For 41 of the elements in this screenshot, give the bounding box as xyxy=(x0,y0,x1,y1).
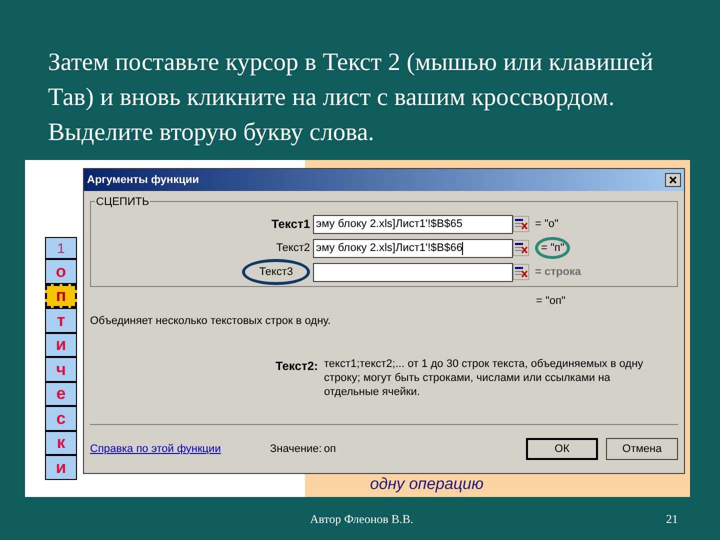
collapse-dialog-icon[interactable] xyxy=(513,240,529,256)
slide-title: Затем поставьте курсор в Текст 2 (мышью или клавишей Тав) и вновь кликните на лист с вашим кроссвордом. Выделите вторую букву слова. xyxy=(48,48,654,148)
page-number: 21 xyxy=(666,510,678,528)
crossword-cell[interactable]: п xyxy=(45,284,77,308)
argument-field[interactable]: эму блоку 2.xls]Лист1'!$B$66 xyxy=(313,238,513,258)
argument-value: эму блоку 2.xls]Лист1'!$B$65 xyxy=(316,216,462,232)
caption-text: одну операцию xyxy=(370,475,484,495)
crossword-cell[interactable]: с xyxy=(45,406,77,430)
argument-field[interactable]: эму блоку 2.xls]Лист1'!$B$65 xyxy=(313,214,513,234)
argument-result: = строка xyxy=(535,264,582,280)
column-header: 1 xyxy=(45,237,77,259)
argument-field[interactable] xyxy=(313,262,513,282)
close-button[interactable] xyxy=(665,173,681,187)
argument-result: = "п" xyxy=(535,236,570,260)
dialog-title: Аргументы функции xyxy=(87,172,199,188)
crossword-cell[interactable]: т xyxy=(45,308,77,332)
crossword-cell[interactable]: е xyxy=(45,382,77,406)
collapse-dialog-icon[interactable] xyxy=(513,264,529,280)
function-name: СЦЕПИТЬ xyxy=(95,194,150,210)
argument-label: Текст1 xyxy=(272,216,310,233)
close-icon xyxy=(669,176,677,184)
crossword-cell[interactable]: и xyxy=(45,332,77,357)
crossword-cell[interactable]: и xyxy=(45,455,77,480)
argument-label: Текст3 xyxy=(242,258,310,286)
collapse-dialog-icon[interactable] xyxy=(513,216,529,232)
crossword-cell[interactable]: к xyxy=(45,430,77,455)
crossword-cell[interactable]: ч xyxy=(45,357,77,382)
argument-result: = "о" xyxy=(535,216,558,232)
dialog-button[interactable]: Отмена xyxy=(606,438,678,460)
argument-label: Текст2 xyxy=(276,240,310,256)
help-text: текст1;текст2;... от 1 до 30 строк текста, объединяемых в одну строку; могут быть строками, числами или ссылками на отдельные ячейки. xyxy=(324,357,644,399)
dialog-button[interactable]: ОК xyxy=(526,438,598,460)
help-link[interactable]: Справка по этой функции xyxy=(90,440,270,458)
help-label: Текст2: xyxy=(274,358,319,375)
function-description: Объединяет несколько текстовых строк в одну. xyxy=(89,314,332,328)
value-label: Значение: xyxy=(270,442,322,457)
formula-result: = "оп" xyxy=(536,294,566,309)
author-text: Автор Флеонов В.В. xyxy=(310,510,414,528)
argument-value: эму блоку 2.xls]Лист1'!$B$66 xyxy=(316,240,462,256)
value-text: оп xyxy=(324,442,336,457)
crossword-cell[interactable]: о xyxy=(45,259,77,284)
